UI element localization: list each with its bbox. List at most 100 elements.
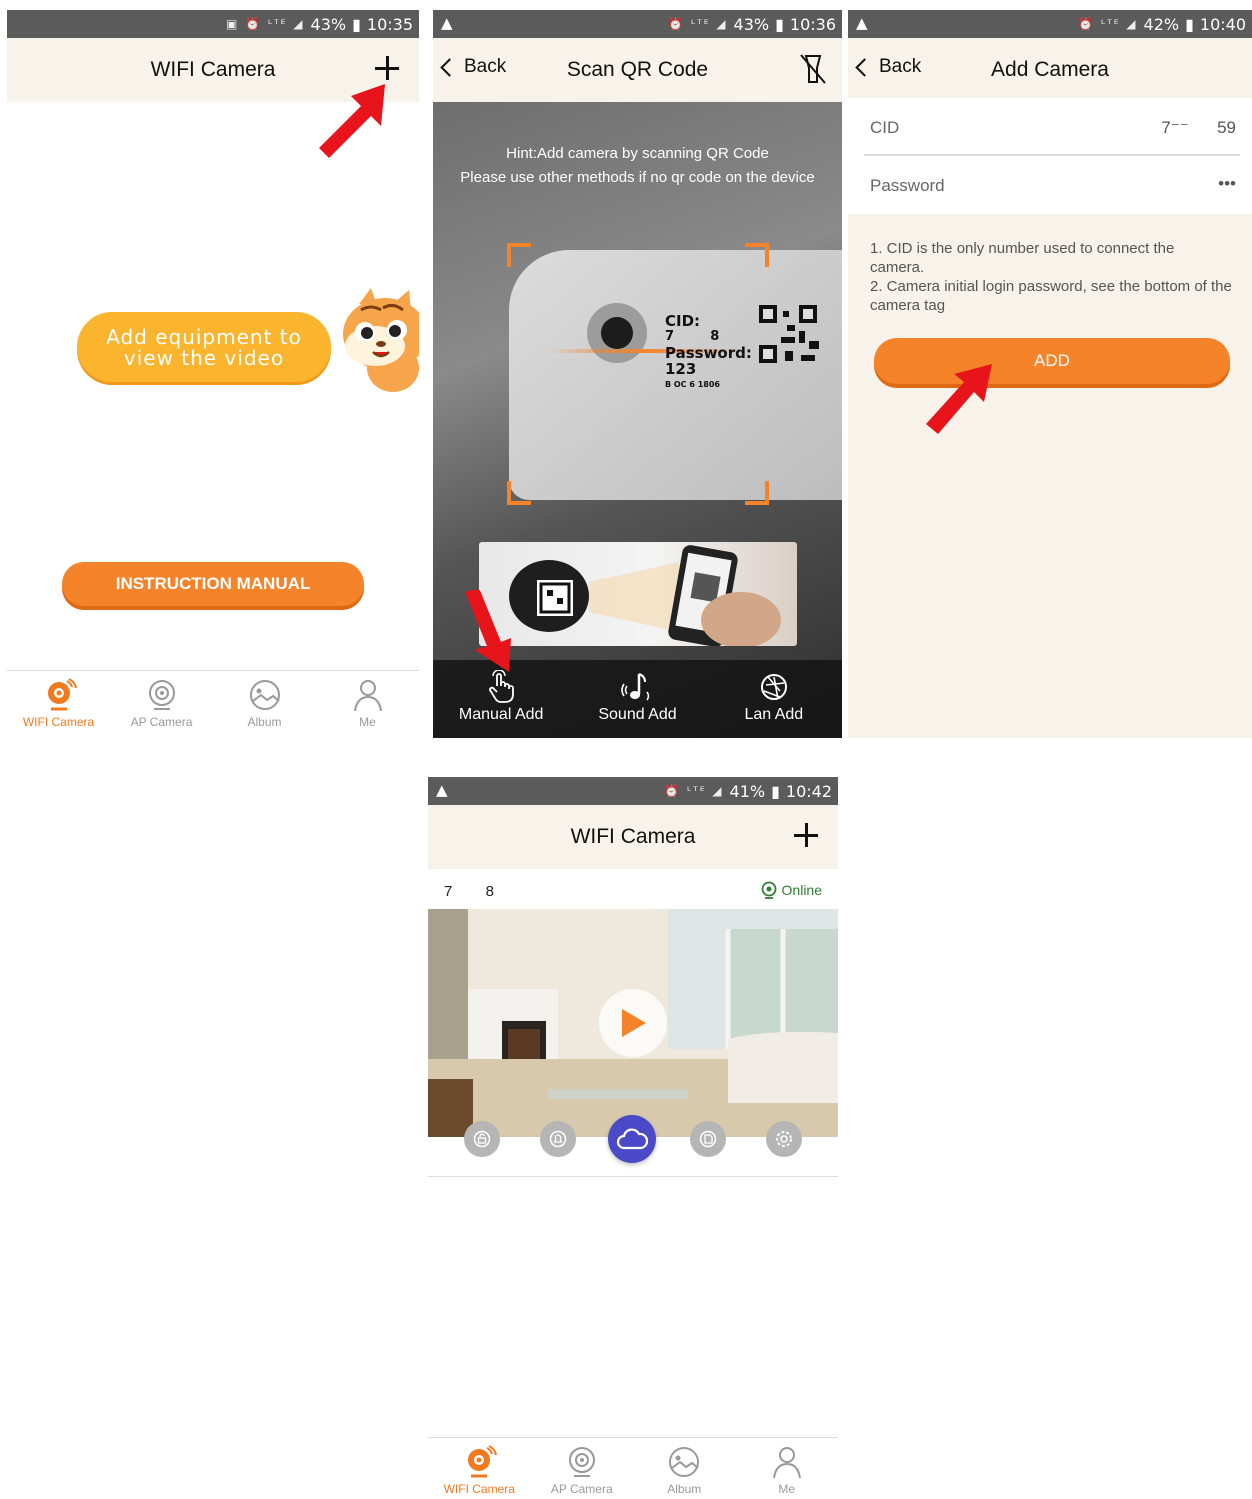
storage-button[interactable] — [690, 1121, 726, 1157]
cid-value: 7⁻⁻ 59 — [1161, 118, 1236, 137]
camera-icon — [148, 680, 175, 710]
cid-row[interactable]: CID 7⁻⁻ 59 — [864, 98, 1240, 156]
add-device-button[interactable] — [369, 50, 405, 86]
tab-label: WIFI Camera — [22, 715, 95, 729]
instruction-manual-button[interactable]: INSTRUCTION MANUAL — [62, 562, 364, 606]
add-equipment-text: Add equipment to view the video — [106, 325, 302, 370]
camera-and-phone-image — [509, 545, 781, 646]
add-device-button[interactable] — [788, 817, 824, 853]
red-arrow-annotation — [465, 590, 511, 672]
add-equipment-prompt[interactable]: Add equipment to view the video — [77, 312, 331, 382]
password-label: Password — [870, 176, 945, 195]
alarm-button[interactable] — [540, 1121, 576, 1157]
warning-icon: ▲ — [441, 14, 453, 32]
form-card: CID 7⁻⁻ 59 Password ••• — [848, 98, 1252, 214]
screen-wifi-camera-list: ▲ ⏰ ᴸᵀᴱ ◢ 41% ▮ 10:42 WIFI Camera 7 8 On… — [428, 777, 838, 1499]
album-icon — [669, 1447, 700, 1477]
password-label: Password: — [665, 344, 752, 362]
sound-add-button[interactable]: Sound Add — [569, 660, 705, 738]
screen-add-camera: ▲ ⏰ ᴸᵀᴱ ◢ 42% ▮ 10:40 Back Add Camera CI… — [848, 10, 1252, 738]
webcam-status-icon — [761, 881, 776, 899]
password-row[interactable]: Password ••• — [864, 158, 1240, 214]
sd-card-icon — [699, 1130, 717, 1148]
cid-label: CID — [870, 118, 900, 137]
scan-frame: CID: 7 8 Password: 123 B OC 6 1806 — [507, 243, 819, 505]
battery-level: 41% — [729, 781, 766, 801]
clock: 10:40 — [1199, 14, 1246, 34]
screen-scan-qr: ▲ ⏰ ᴸᵀᴱ ◢ 43% ▮ 10:36 Back Scan QR Code … — [433, 10, 842, 738]
unlock-icon — [473, 1130, 491, 1148]
scan-illustration — [479, 542, 797, 646]
battery-icon: ▮ — [775, 14, 784, 34]
status-icons: ⏰ ᴸᵀᴱ ◢ — [664, 784, 724, 798]
lan-add-button[interactable]: Lan Add — [706, 660, 842, 738]
page-title: WIFI Camera — [150, 58, 276, 81]
red-arrow-annotation — [319, 84, 385, 158]
tab-label: Album — [247, 715, 282, 729]
tab-me[interactable]: Me — [316, 671, 419, 738]
battery-icon: ▮ — [1185, 14, 1194, 34]
webcam-icon — [47, 678, 77, 711]
aperture-icon — [760, 674, 787, 700]
cat-mascot-image — [343, 288, 419, 392]
device-status: Online — [761, 881, 822, 899]
tab-ap-camera[interactable]: AP Camera — [110, 671, 213, 738]
manual-add-label: Manual Add — [458, 706, 544, 723]
warning-icon: ▲ — [856, 14, 868, 32]
tab-album[interactable]: Album — [633, 1438, 736, 1499]
tab-album[interactable]: Album — [213, 671, 316, 738]
play-icon[interactable] — [618, 1007, 648, 1039]
hint-line-2: Please use other methods if no qr code o… — [460, 169, 815, 186]
frame-corner — [507, 481, 531, 505]
frame-corner — [745, 243, 769, 267]
tab-wifi-camera[interactable]: WIFI Camera — [7, 671, 110, 738]
frame-corner — [507, 243, 531, 267]
battery-level: 43% — [310, 14, 347, 34]
tab-label: AP Camera — [130, 715, 193, 729]
frame-corner — [745, 481, 769, 505]
user-icon — [353, 680, 382, 712]
status-icons: ⏰ ᴸᵀᴱ ◢ — [668, 17, 728, 31]
page-title: WIFI Camera — [570, 825, 696, 848]
battery-level: 43% — [733, 14, 770, 34]
cloud-button[interactable] — [608, 1115, 656, 1163]
music-note-icon — [621, 673, 650, 701]
unlock-button[interactable] — [464, 1121, 500, 1157]
note-password: 2. Camera initial login password, see th… — [870, 278, 1232, 314]
settings-button[interactable] — [766, 1121, 802, 1157]
battery-icon: ▮ — [771, 781, 780, 801]
gear-icon — [776, 1131, 792, 1147]
red-arrow-annotation — [926, 364, 992, 434]
status-icons: ▣ ⏰ ᴸᵀᴱ ◢ — [225, 17, 305, 31]
clock: 10:35 — [366, 14, 413, 34]
nav-bar: Back Add Camera — [848, 38, 1252, 98]
tab-me[interactable]: Me — [736, 1438, 839, 1499]
page-title: Scan QR Code — [566, 58, 709, 81]
add-button-label: ADD — [1034, 351, 1070, 370]
screen-wifi-camera-empty: ▣ ⏰ ᴸᵀᴱ ◢ 43% ▮ 10:35 WIFI Camera Add eq… — [7, 10, 419, 738]
page-title: Add Camera — [991, 58, 1109, 81]
tab-wifi-camera[interactable]: WIFI Camera — [428, 1438, 531, 1499]
tab-ap-camera[interactable]: AP Camera — [531, 1438, 634, 1499]
tab-label: Me — [359, 715, 376, 729]
device-card[interactable]: 7 8 Online — [428, 873, 838, 1177]
tab-label: Me — [778, 1482, 796, 1496]
device-controls — [428, 1115, 838, 1165]
camera-preview-image[interactable] — [428, 909, 838, 1137]
lens-hole-inner — [601, 317, 633, 349]
clock: 10:36 — [789, 14, 836, 34]
album-icon — [249, 680, 280, 710]
nav-bar: Back Scan QR Code — [433, 38, 842, 102]
qr-code-image — [759, 305, 819, 363]
cloud-icon — [616, 1128, 648, 1150]
clock: 10:42 — [785, 781, 832, 801]
tab-label: WIFI Camera — [443, 1482, 515, 1496]
online-label: Online — [781, 882, 822, 898]
flashlight-off-icon[interactable] — [798, 52, 828, 86]
battery-icon: ▮ — [352, 14, 361, 34]
battery-level: 42% — [1143, 14, 1180, 34]
tab-bar: WIFI Camera AP Camera Album Me — [428, 1437, 838, 1499]
status-bar: ▲ ⏰ ᴸᵀᴱ ◢ 43% ▮ 10:36 — [433, 10, 842, 38]
tab-bar: WIFI Camera AP Camera Album Me — [7, 670, 419, 738]
status-bar: ▣ ⏰ ᴸᵀᴱ ◢ 43% ▮ 10:35 — [7, 10, 419, 38]
